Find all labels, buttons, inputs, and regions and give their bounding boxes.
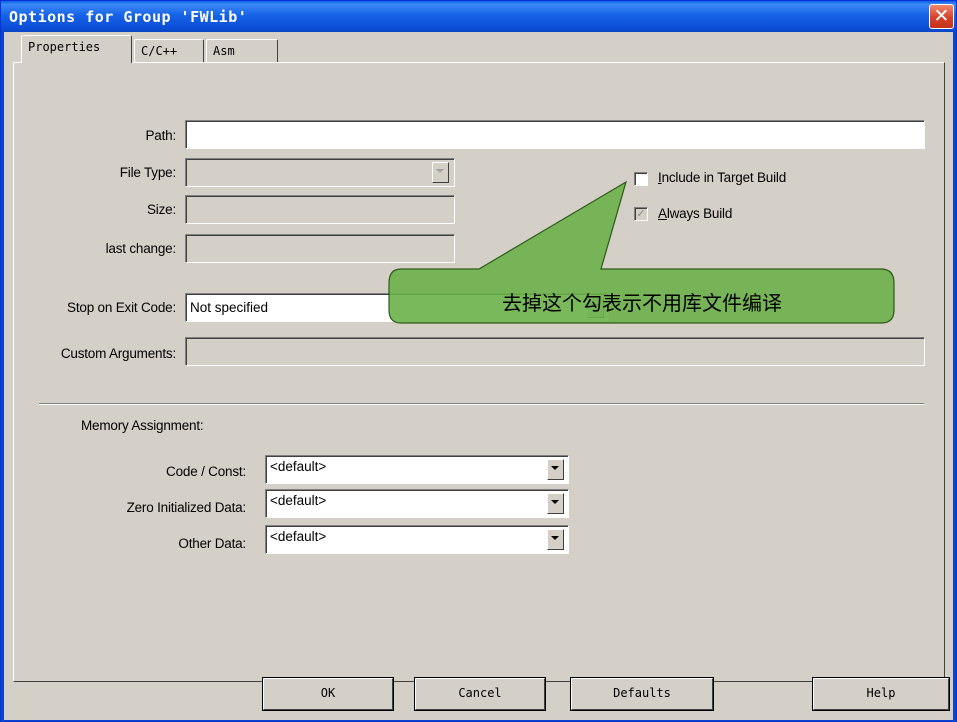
path-input[interactable] bbox=[185, 120, 925, 149]
ok-button[interactable]: OK bbox=[263, 678, 393, 710]
custom-args-input[interactable] bbox=[185, 337, 925, 366]
defaults-button[interactable]: Defaults bbox=[571, 678, 713, 710]
always-build-label[interactable]: Always Build bbox=[658, 206, 732, 221]
zero-init-label: Zero Initialized Data: bbox=[126, 500, 247, 515]
include-target-build-text: nclude in Target Build bbox=[661, 170, 787, 185]
stop-on-exit-label: Stop on Exit Code: bbox=[67, 300, 176, 315]
code-const-dropdown-button[interactable] bbox=[547, 459, 564, 480]
tab-asm[interactable]: Asm bbox=[206, 39, 278, 63]
callout-text: 去掉这个勾表示不用库文件编译 bbox=[502, 291, 782, 315]
path-label: Path: bbox=[145, 128, 176, 143]
chevron-down-icon bbox=[551, 466, 559, 470]
memory-assignment-heading: Memory Assignment: bbox=[81, 418, 204, 433]
section-divider bbox=[39, 403, 924, 405]
file-type-select[interactable] bbox=[185, 158, 455, 187]
size-field bbox=[185, 195, 455, 224]
always-build-mnemonic: A bbox=[658, 206, 667, 221]
custom-args-label: Custom Arguments: bbox=[60, 346, 176, 361]
last-change-field bbox=[185, 234, 455, 263]
window-frame-right bbox=[953, 32, 956, 722]
other-data-select[interactable]: <default> bbox=[265, 525, 569, 554]
other-data-dropdown-button[interactable] bbox=[547, 529, 564, 550]
chevron-down-icon bbox=[551, 536, 559, 540]
include-target-build-label[interactable]: Include in Target Build bbox=[658, 170, 786, 185]
properties-panel bbox=[13, 62, 945, 682]
window-title: Options for Group 'FWLib' bbox=[9, 8, 248, 26]
file-type-dropdown-button[interactable] bbox=[432, 162, 449, 183]
zero-init-select[interactable]: <default> bbox=[265, 489, 569, 518]
zero-init-dropdown-button[interactable] bbox=[547, 493, 564, 514]
close-icon[interactable]: ✕ bbox=[929, 4, 954, 29]
always-build-checkbox[interactable]: ✓ bbox=[634, 207, 648, 221]
code-const-label: Code / Const: bbox=[166, 464, 246, 479]
file-type-label: File Type: bbox=[119, 165, 176, 180]
size-label: Size: bbox=[146, 202, 176, 217]
always-build-text: lways Build bbox=[666, 206, 733, 221]
title-bar[interactable]: Options for Group 'FWLib' ✕ bbox=[1, 1, 956, 32]
cancel-button[interactable]: Cancel bbox=[415, 678, 545, 710]
other-data-label: Other Data: bbox=[178, 536, 246, 551]
code-const-select[interactable]: <default> bbox=[265, 455, 569, 484]
tab-properties[interactable]: Properties bbox=[21, 35, 132, 63]
options-dialog: Options for Group 'FWLib' ✕ Properties C… bbox=[0, 0, 957, 722]
chevron-down-icon bbox=[436, 169, 444, 173]
help-button[interactable]: Help bbox=[813, 678, 949, 710]
chevron-down-icon bbox=[551, 500, 559, 504]
tab-c-cpp[interactable]: C/C++ bbox=[134, 39, 204, 63]
last-change-label: last change: bbox=[105, 241, 177, 256]
include-target-build-checkbox[interactable] bbox=[634, 172, 648, 186]
